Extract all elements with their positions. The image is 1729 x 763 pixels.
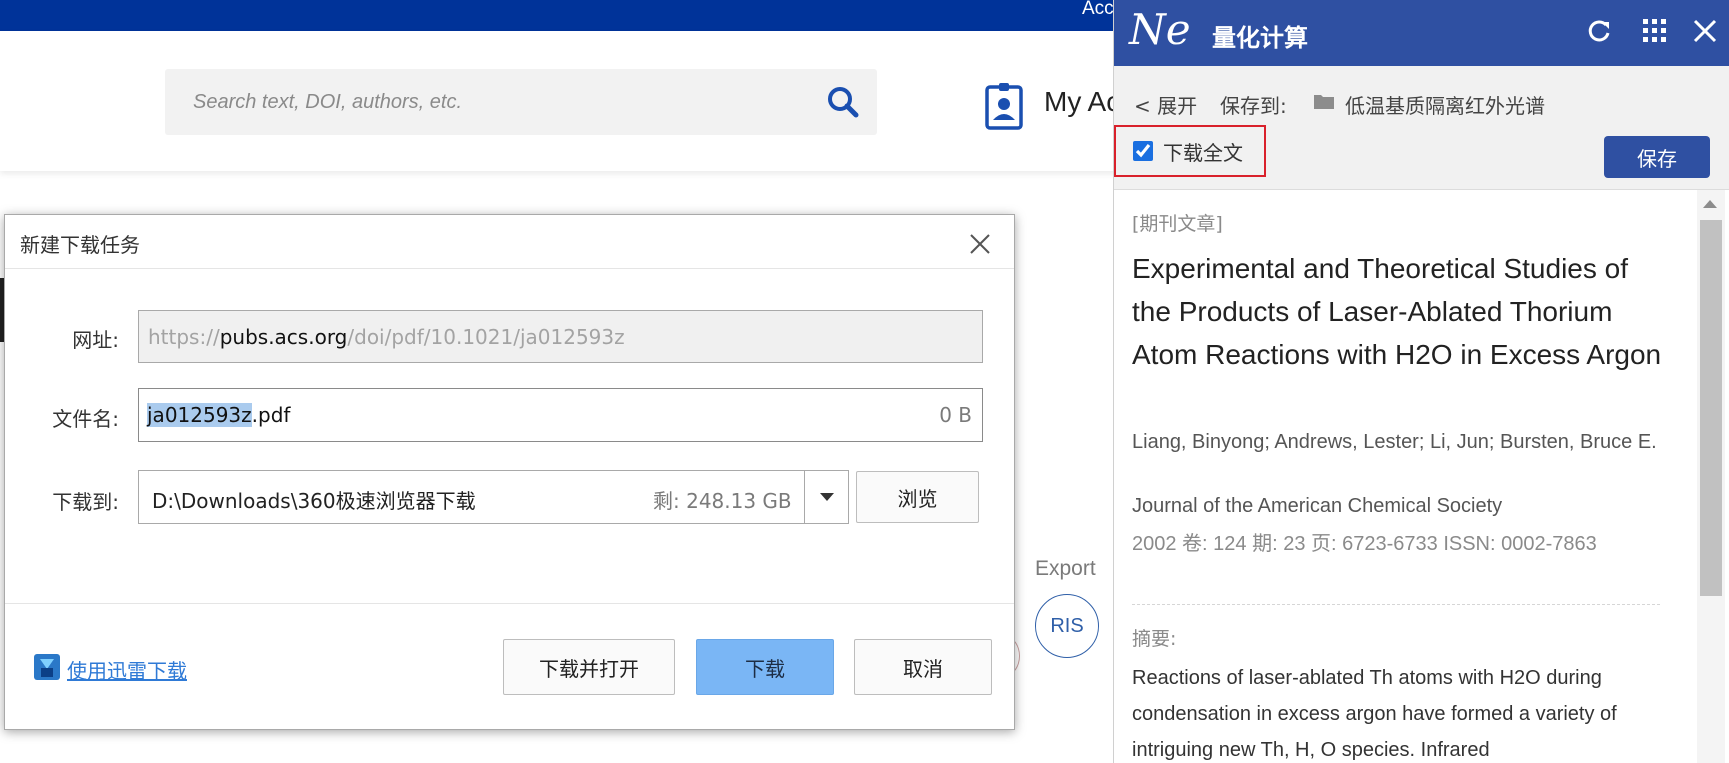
article-authors: Liang, Binyong; Andrews, Lester; Li, Jun… <box>1132 431 1657 453</box>
apps-grid-icon[interactable] <box>1640 16 1670 46</box>
article-details: [期刊文章] Experimental and Theoretical Stud… <box>1114 190 1705 763</box>
refresh-icon[interactable] <box>1584 16 1614 46</box>
save-path-select[interactable]: D:\Downloads\360极速浏览器下载 剩: 248.13 GB <box>138 470 849 524</box>
article-journal: Journal of the American Chemical Society <box>1132 495 1503 517</box>
ne-title: 量化计算 <box>1212 24 1308 52</box>
dropdown-arrow-glyph <box>819 493 834 501</box>
filename-input[interactable]: ja012593z .pdf 0 B <box>138 388 983 442</box>
download-button[interactable]: 下载 <box>696 639 834 695</box>
download-full-text-label[interactable]: 下载全文 <box>1163 137 1243 166</box>
ne-header: Ne 量化计算 <box>1114 0 1729 66</box>
new-download-dialog: 新建下载任务 网址: https://pubs.acs.org/doi/pdf/… <box>4 214 1015 730</box>
article-title: Experimental and Theoretical Studies of … <box>1132 253 1662 370</box>
save-button[interactable]: 保存 <box>1604 136 1710 178</box>
saveto-label: 下载到: <box>52 490 119 514</box>
save-to-label: 保存到: <box>1220 94 1287 118</box>
xunlei-logo-icon[interactable] <box>33 653 61 681</box>
ne-side-panel: Ne 量化计算 < 展开 保存到: 低温基质隔离红外光谱 下载全文 保存 [期刊… <box>1113 0 1729 763</box>
export-label: Export <box>1035 557 1096 580</box>
url-field[interactable]: https://pubs.acs.org/doi/pdf/10.1021/ja0… <box>138 310 983 363</box>
search-icon[interactable] <box>825 84 861 120</box>
download-and-open-button[interactable]: 下载并打开 <box>503 639 675 695</box>
cancel-button[interactable]: 取消 <box>854 639 992 695</box>
close-icon[interactable] <box>1690 16 1720 46</box>
search-box <box>165 69 877 135</box>
filename-extension: .pdf <box>251 403 291 427</box>
url-path: /doi/pdf/10.1021/ja012593z <box>347 324 625 349</box>
article-meta: 2002 卷: 124 期: 23 页: 6723-6733 ISSN: 000… <box>1132 533 1597 555</box>
account-badge-icon[interactable] <box>985 82 1023 130</box>
folder-icon <box>1314 95 1334 109</box>
use-xunlei-link[interactable]: 使用迅雷下载 <box>67 655 187 684</box>
file-size: 0 B <box>939 403 972 427</box>
dialog-divider <box>5 268 1014 269</box>
article-type: [期刊文章] <box>1132 213 1223 235</box>
scroll-up-arrow-icon[interactable] <box>1703 200 1717 208</box>
url-host: pubs.acs.org <box>219 324 348 349</box>
close-icon[interactable] <box>965 229 995 259</box>
screen: Acc My Ac Export RIS 新建下载任务 网址: <box>0 0 1729 763</box>
my-account-link[interactable]: My Ac <box>1044 86 1120 118</box>
abstract-label: 摘要: <box>1132 628 1177 650</box>
save-path-text: D:\Downloads\360极速浏览器下载 <box>152 489 476 513</box>
scrollbar-thumb[interactable] <box>1700 220 1722 596</box>
save-folder-selector[interactable]: 低温基质隔离红外光谱 <box>1345 90 1545 119</box>
free-space-text: 剩: 248.13 GB <box>653 489 792 513</box>
filename-label: 文件名: <box>52 407 119 431</box>
ne-logo: Ne <box>1129 5 1191 54</box>
filename-selected-text: ja012593z <box>147 403 252 427</box>
content-divider <box>1132 604 1660 605</box>
expand-button[interactable]: < 展开 <box>1134 90 1197 119</box>
top-bar-text[interactable]: Acc <box>1082 0 1114 18</box>
chevron-down-icon[interactable] <box>804 471 848 523</box>
download-full-text-option: 下载全文 <box>1114 125 1266 177</box>
browse-button[interactable]: 浏览 <box>856 471 979 523</box>
dialog-title: 新建下载任务 <box>20 233 140 257</box>
dialog-footer-divider <box>5 603 1014 604</box>
ne-toolbar: < 展开 保存到: 低温基质隔离红外光谱 下载全文 保存 <box>1114 66 1729 190</box>
abstract-text: Reactions of laser-ablated Th atoms with… <box>1132 667 1617 761</box>
url-scheme: https:// <box>148 324 220 349</box>
url-label: 网址: <box>72 328 119 352</box>
search-input[interactable] <box>193 69 773 135</box>
download-full-text-checkbox[interactable] <box>1133 141 1153 161</box>
ris-export-button[interactable]: RIS <box>1035 594 1099 658</box>
